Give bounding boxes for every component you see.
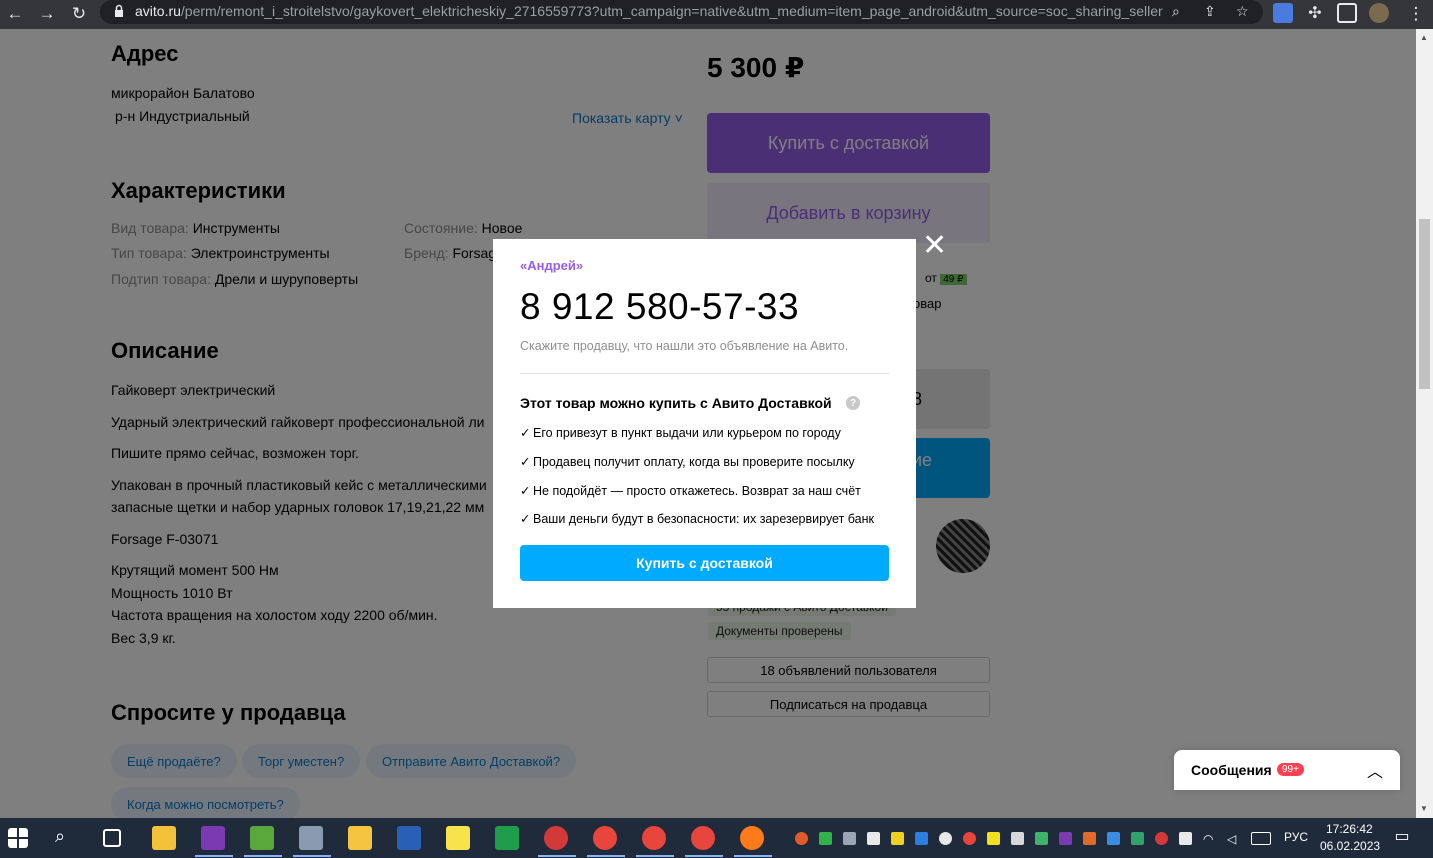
chrome-icon[interactable] — [691, 826, 715, 850]
taskbar-active-indicator — [587, 855, 625, 857]
tray-icon[interactable] — [987, 832, 1000, 845]
seller-name: «Андрей» — [520, 258, 584, 273]
taskbar-active-indicator — [538, 855, 576, 857]
tray-icon[interactable] — [915, 832, 928, 845]
sticky-notes-icon[interactable] — [446, 826, 470, 850]
phone-number[interactable]: 8 912 580-57-33 — [520, 286, 799, 328]
clock-date[interactable]: 06.02.2023 — [1320, 839, 1380, 853]
folder-icon[interactable] — [348, 826, 372, 850]
messages-panel[interactable]: Сообщения 99+ ︿ — [1174, 750, 1400, 790]
search-icon[interactable]: ⌕ — [55, 826, 79, 850]
notepad-plus-icon[interactable] — [250, 826, 274, 850]
app-icon[interactable] — [299, 826, 323, 850]
firefox-icon[interactable] — [740, 826, 764, 850]
question-icon[interactable]: ? — [846, 396, 860, 410]
modal-buy-with-delivery-button[interactable]: Купить с доставкой — [520, 545, 889, 581]
windows-taskbar: ⌕ ◠ ◁ РУС 17:26:42 06.02.2023 ▭ — [0, 818, 1433, 858]
address-bar[interactable]: avito.ru/perm/remont_i_stroitelstvo/gayk… — [100, 0, 1263, 24]
feature-text: Продавец получит оплату, когда вы провер… — [533, 455, 855, 469]
feature-item: ✓ Ваши деньги будут в безопасности: их за… — [520, 511, 874, 526]
phone-modal: ✕ «Андрей» 8 912 580-57-33 Скажите прода… — [493, 231, 947, 608]
battery-icon[interactable] — [1179, 832, 1192, 845]
taskbar-active-indicator — [685, 855, 723, 857]
wifi-icon[interactable]: ◠ — [1203, 832, 1216, 846]
check-icon: ✓ — [520, 426, 531, 440]
share-icon[interactable]: ⇪ — [1204, 3, 1216, 20]
feature-text: Не подойдёт — просто откажетесь. Возврат… — [533, 484, 861, 498]
language-indicator[interactable]: РУС — [1284, 830, 1308, 844]
notifications-icon[interactable]: ▭ — [1390, 826, 1414, 850]
taskbar-active-indicator — [636, 855, 674, 857]
lock-icon — [115, 4, 123, 17]
clock-time[interactable]: 17:26:42 — [1326, 822, 1373, 836]
translate-extension-icon[interactable] — [1273, 3, 1293, 23]
tray-icon[interactable] — [963, 832, 976, 845]
app-red-icon[interactable] — [544, 826, 568, 850]
feature-item: ✓ Продавец получит оплату, когда вы прове… — [520, 454, 855, 469]
tray-icon[interactable] — [1011, 832, 1024, 845]
windows-start-icon[interactable] — [8, 828, 28, 848]
taskbar-active-indicator — [244, 855, 282, 857]
messages-badge: 99+ — [1277, 763, 1304, 776]
onenote-icon[interactable] — [201, 826, 225, 850]
check-icon: ✓ — [520, 455, 531, 469]
url-host: avito.ru — [135, 3, 181, 19]
file-explorer-icon[interactable] — [152, 826, 176, 850]
url-text: avito.ru/perm/remont_i_stroitelstvo/gayk… — [135, 3, 1163, 19]
feature-text: Ваши деньги будут в безопасности: их зар… — [533, 512, 874, 526]
chevron-up-icon[interactable]: ︿ — [1367, 758, 1383, 782]
sidepanel-icon[interactable] — [1337, 3, 1357, 23]
delivery-title: Этот товар можно купить с Авито Доставко… — [520, 395, 832, 411]
tray-icon[interactable] — [1107, 832, 1120, 845]
close-icon[interactable]: ✕ — [922, 231, 947, 261]
tray-icon[interactable] — [1035, 832, 1048, 845]
tray-icon[interactable] — [939, 832, 952, 845]
extensions-puzzle-icon[interactable]: ✣ — [1305, 3, 1325, 23]
messages-label: Сообщения — [1191, 762, 1272, 778]
scrollbar-thumb[interactable] — [1419, 219, 1430, 389]
chrome-icon[interactable] — [642, 826, 666, 850]
phone-hint: Скажите продавцу, что нашли это объявлен… — [520, 339, 849, 353]
taskbar-active-indicator — [293, 855, 331, 857]
check-icon: ✓ — [520, 512, 531, 526]
feature-item: ✓ Его привезут в пункт выдачи или курьеро… — [520, 425, 841, 440]
tray-icon[interactable] — [1131, 832, 1144, 845]
forward-icon[interactable]: → — [36, 3, 58, 25]
divider — [520, 373, 889, 374]
menu-dots-icon[interactable]: ⋮ — [1405, 3, 1427, 25]
taskbar-active-indicator — [734, 855, 772, 857]
taskbar-active-indicator — [195, 855, 233, 857]
check-icon: ✓ — [520, 484, 531, 498]
word-icon[interactable] — [397, 826, 421, 850]
tray-icon[interactable] — [819, 832, 832, 845]
tray-icon[interactable] — [867, 832, 880, 845]
tray-icon[interactable] — [1083, 832, 1096, 845]
feature-item: ✓ Не подойдёт — просто откажетесь. Возвра… — [520, 483, 861, 498]
bookmark-star-icon[interactable]: ☆ — [1236, 3, 1249, 20]
url-path: /perm/remont_i_stroitelstvo/gaykovert_el… — [180, 3, 1163, 19]
back-icon[interactable]: ← — [4, 3, 26, 25]
volume-icon[interactable]: ◁ — [1227, 832, 1240, 846]
reload-icon[interactable]: ↻ — [68, 3, 90, 25]
tray-icon[interactable] — [1155, 832, 1168, 845]
feature-text: Его привезут в пункт выдачи или курьером… — [533, 426, 841, 440]
tray-icon[interactable] — [1059, 832, 1072, 845]
chrome-icon[interactable] — [593, 826, 617, 850]
scroll-down-icon[interactable]: ▼ — [1420, 804, 1428, 813]
browser-toolbar: ← → ↻ avito.ru/perm/remont_i_stroitelstv… — [0, 0, 1433, 29]
tray-icon[interactable] — [891, 832, 904, 845]
scroll-up-icon[interactable]: ▲ — [1420, 33, 1428, 42]
tray-icon[interactable] — [843, 832, 856, 845]
tray-icon[interactable] — [795, 832, 808, 845]
profile-avatar[interactable] — [1369, 3, 1389, 23]
keyboard-icon[interactable] — [1251, 832, 1271, 845]
sheets-icon[interactable] — [495, 826, 519, 850]
zoom-icon[interactable]: ⌕ — [1172, 3, 1180, 20]
task-view-icon[interactable] — [103, 829, 121, 847]
page-scrollbar[interactable]: ▲ ▼ — [1416, 29, 1433, 818]
